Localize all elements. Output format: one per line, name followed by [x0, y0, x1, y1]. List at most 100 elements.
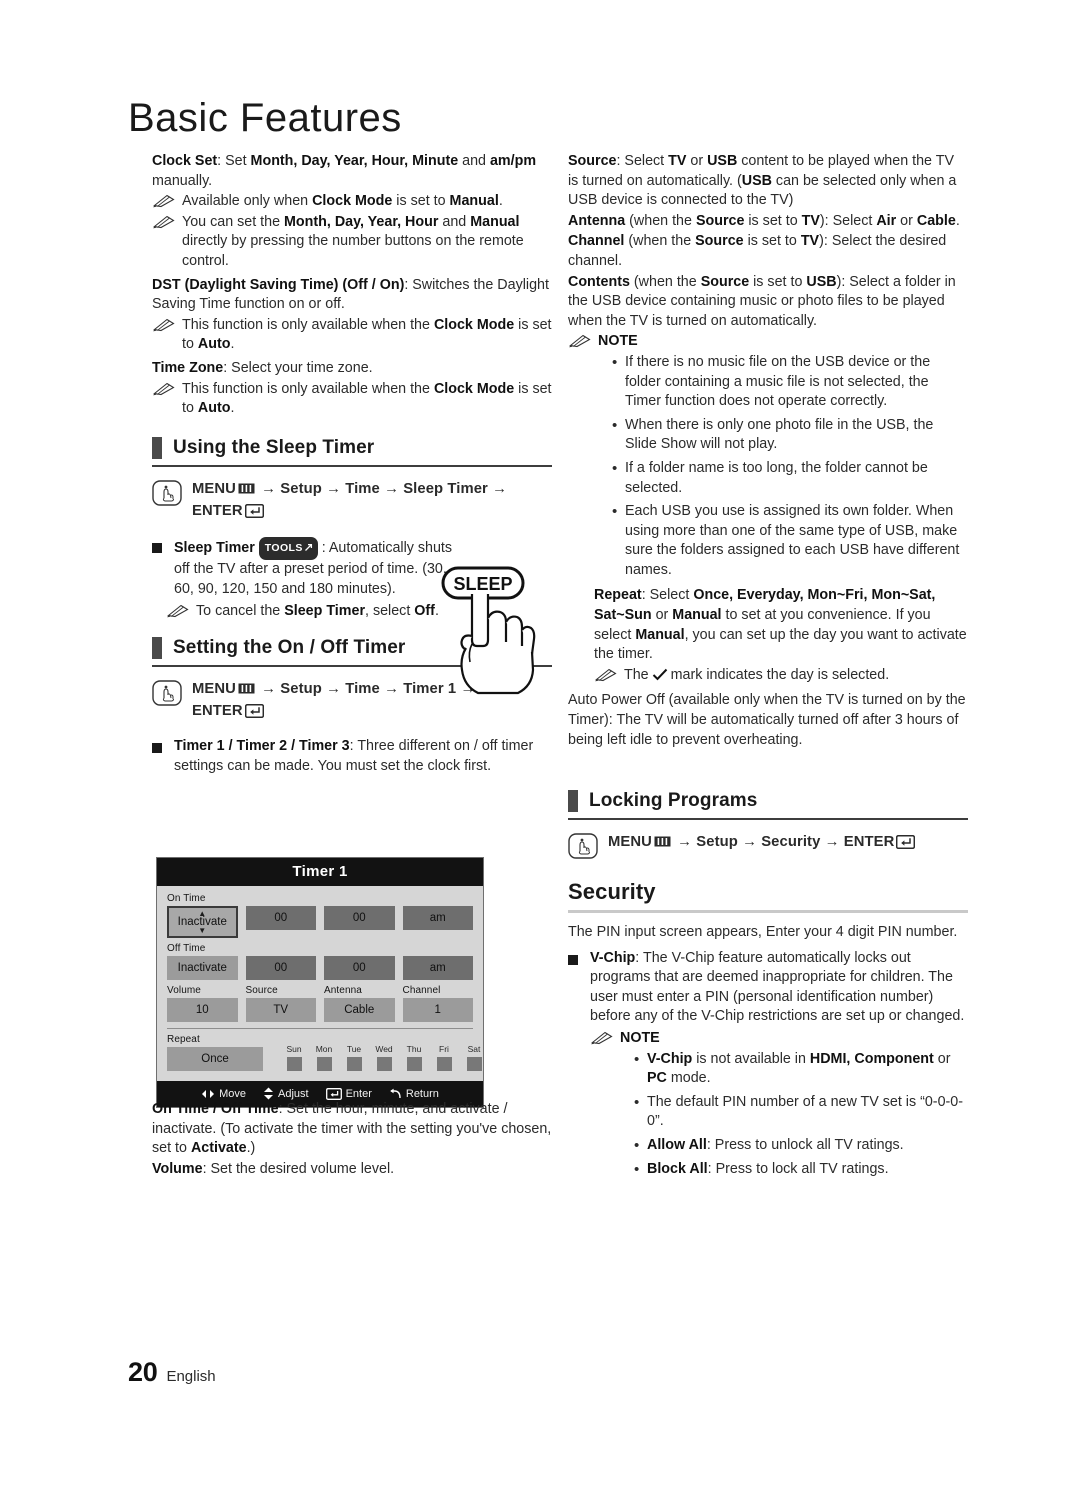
- volume-field[interactable]: 10: [167, 998, 238, 1022]
- clock-set-note-2: You can set the Month, Day, Year, Hour a…: [152, 213, 552, 272]
- antenna-field[interactable]: Cable: [324, 998, 395, 1022]
- clock-set-label: Clock Set: [152, 153, 218, 169]
- section-title: Locking Programs: [589, 790, 758, 811]
- off-time-label: Off Time: [167, 943, 206, 954]
- day-sun[interactable]: Sun: [279, 1044, 309, 1071]
- on-time-ampm-field[interactable]: am: [402, 906, 473, 930]
- day-checkbox[interactable]: [406, 1057, 422, 1071]
- manual-page: Basic Features Clock Set: Set Month, Day…: [0, 0, 1080, 1494]
- note-heading: NOTE: [620, 1029, 660, 1046]
- day-thu[interactable]: Thu: [399, 1044, 429, 1071]
- check-mark-icon: [652, 668, 668, 688]
- hand-press-icon: [568, 833, 598, 859]
- tools-badge[interactable]: TOOLS: [258, 536, 318, 561]
- day-wed[interactable]: Wed: [369, 1044, 399, 1071]
- security-note-bullet: • V-Chip is not available in HDMI, Compo…: [568, 1050, 968, 1089]
- repeat-label: Repeat: [167, 1034, 200, 1045]
- day-sat[interactable]: Sat: [459, 1044, 489, 1071]
- menu-path-text: MENU → Setup → Security → ENTER: [608, 832, 968, 856]
- day-checkbox[interactable]: [376, 1057, 392, 1071]
- bullet-text: Allow All: Press to unlock all TV rating…: [647, 1136, 904, 1153]
- day-checkbox[interactable]: [316, 1057, 332, 1071]
- note-text: This function is only available when the…: [182, 316, 552, 353]
- note-bullet: • When there is only one photo file in t…: [568, 416, 968, 455]
- auto-power-off-paragraph: Auto Power Off (available only when the …: [568, 692, 966, 748]
- enter-key-icon: [244, 704, 264, 725]
- channel-field[interactable]: 1: [402, 998, 473, 1022]
- on-time-row: ▲ Inactivate ▼ 00 00 am: [167, 906, 473, 938]
- source-label: Source: [568, 153, 617, 169]
- note-bullet: • If there is no music file on the USB d…: [568, 353, 968, 412]
- channel-label: Channel: [568, 233, 625, 250]
- on-time-state-field[interactable]: ▲ Inactivate ▼: [167, 906, 238, 938]
- hint-adjust: Adjust: [263, 1087, 309, 1100]
- section-title: Using the Sleep Timer: [173, 436, 375, 458]
- repeat-field[interactable]: Once: [167, 1047, 263, 1071]
- dst-label: DST (Daylight Saving Time) (Off / On): [152, 276, 405, 293]
- day-fri[interactable]: Fri: [429, 1044, 459, 1071]
- pencil-icon: [594, 666, 620, 688]
- off-time-minute-field[interactable]: 00: [324, 956, 395, 980]
- menu-path-security: MENU → Setup → Security → ENTER: [568, 832, 968, 859]
- day-label: Sat: [467, 1044, 481, 1054]
- on-time-minute-field[interactable]: 00: [324, 906, 395, 930]
- day-mon[interactable]: Mon: [309, 1044, 339, 1071]
- square-bullet: [568, 949, 590, 1027]
- repeat-paragraph: Repeat: Select Once, Everyday, Mon~Fri, …: [594, 587, 967, 663]
- day-checkbox[interactable]: [346, 1057, 362, 1071]
- off-time-state-field[interactable]: Inactivate: [167, 956, 238, 980]
- square-bullet: [152, 737, 174, 776]
- timer-items-text: Timer 1 / Timer 2 / Timer 3: Three diffe…: [174, 738, 534, 774]
- right-column: Source: Select TV or USB content to be p…: [568, 152, 968, 751]
- osd-repeat-section: Repeat Once Sun Mon Tue Wed Thu Fri Sat: [167, 1034, 482, 1071]
- osd-settings-labels: Volume Source Antenna Channel: [167, 985, 473, 998]
- on-time-label: On Time: [167, 893, 206, 904]
- day-checkbox[interactable]: [436, 1057, 452, 1071]
- menu-grid-icon: [238, 680, 255, 701]
- off-time-hour-field[interactable]: 00: [245, 956, 316, 980]
- on-off-time-label: On Time / Off Time: [152, 1101, 279, 1117]
- bullet-dot: •: [612, 353, 618, 371]
- note-text: To cancel the Sleep Timer, select Off.: [196, 602, 439, 619]
- section-heading-locking-programs: Locking Programs: [568, 790, 968, 820]
- channel-label: Channel: [402, 985, 441, 996]
- day-checkbox[interactable]: [286, 1057, 302, 1071]
- source-field[interactable]: TV: [245, 998, 316, 1022]
- timer-osd-dialog[interactable]: Timer 1 On Time ▲ Inactivate ▼ 00 00 am …: [156, 857, 484, 1108]
- time-zone-paragraph: Time Zone: Select your time zone.: [152, 359, 373, 376]
- security-intro: The PIN input screen appears, Enter your…: [568, 924, 958, 940]
- osd-title: Timer 1: [157, 858, 483, 886]
- sleep-timer-label: Sleep Timer: [174, 539, 255, 556]
- on-time-hour-field[interactable]: 00: [245, 906, 316, 930]
- vchip-item: V-Chip: The V-Chip feature automatically…: [568, 949, 968, 1027]
- caret-down-icon: ▼: [198, 926, 207, 935]
- pencil-icon: [590, 1029, 616, 1049]
- bullet-dot: •: [634, 1136, 640, 1154]
- note-bullet: • Each USB you use is assigned its own f…: [568, 502, 968, 580]
- section-title: Setting the On / Off Timer: [173, 637, 406, 659]
- sleep-timer-note: To cancel the Sleep Timer, select Off.: [152, 602, 457, 622]
- note-text: You can set the Month, Day, Year, Hour a…: [182, 213, 524, 269]
- page-footer: 20 English: [128, 1357, 216, 1388]
- volume-paragraph: Volume: Set the desired volume level.: [152, 1160, 395, 1177]
- day-checkbox[interactable]: [466, 1057, 482, 1071]
- time-zone-label: Time Zone: [152, 359, 224, 376]
- channel-paragraph: Channel (when the Source is set to TV): …: [568, 233, 947, 269]
- sleep-button-illustration: SLEEP: [436, 566, 540, 696]
- dst-note: This function is only available when the…: [152, 316, 552, 355]
- day-tue[interactable]: Tue: [339, 1044, 369, 1071]
- off-time-row: Inactivate 00 00 am: [167, 956, 473, 980]
- hint-move: Move: [201, 1088, 246, 1100]
- menu-path-text: MENU → Setup → Time → Sleep Timer → ENTE…: [192, 479, 552, 525]
- day-label: Sun: [286, 1044, 302, 1054]
- bullet-dot: •: [634, 1160, 640, 1178]
- contents-paragraph: Contents (when the Source is set to USB)…: [568, 273, 956, 329]
- day-label: Fri: [439, 1044, 449, 1054]
- hand-press-icon: [152, 480, 182, 506]
- off-time-ampm-field[interactable]: am: [402, 956, 473, 980]
- security-note-heading-row: NOTE: [568, 1029, 968, 1049]
- pencil-icon: [152, 213, 178, 272]
- pencil-icon: [568, 332, 594, 352]
- section-bar: [568, 790, 578, 812]
- antenna-label: Antenna: [568, 212, 626, 229]
